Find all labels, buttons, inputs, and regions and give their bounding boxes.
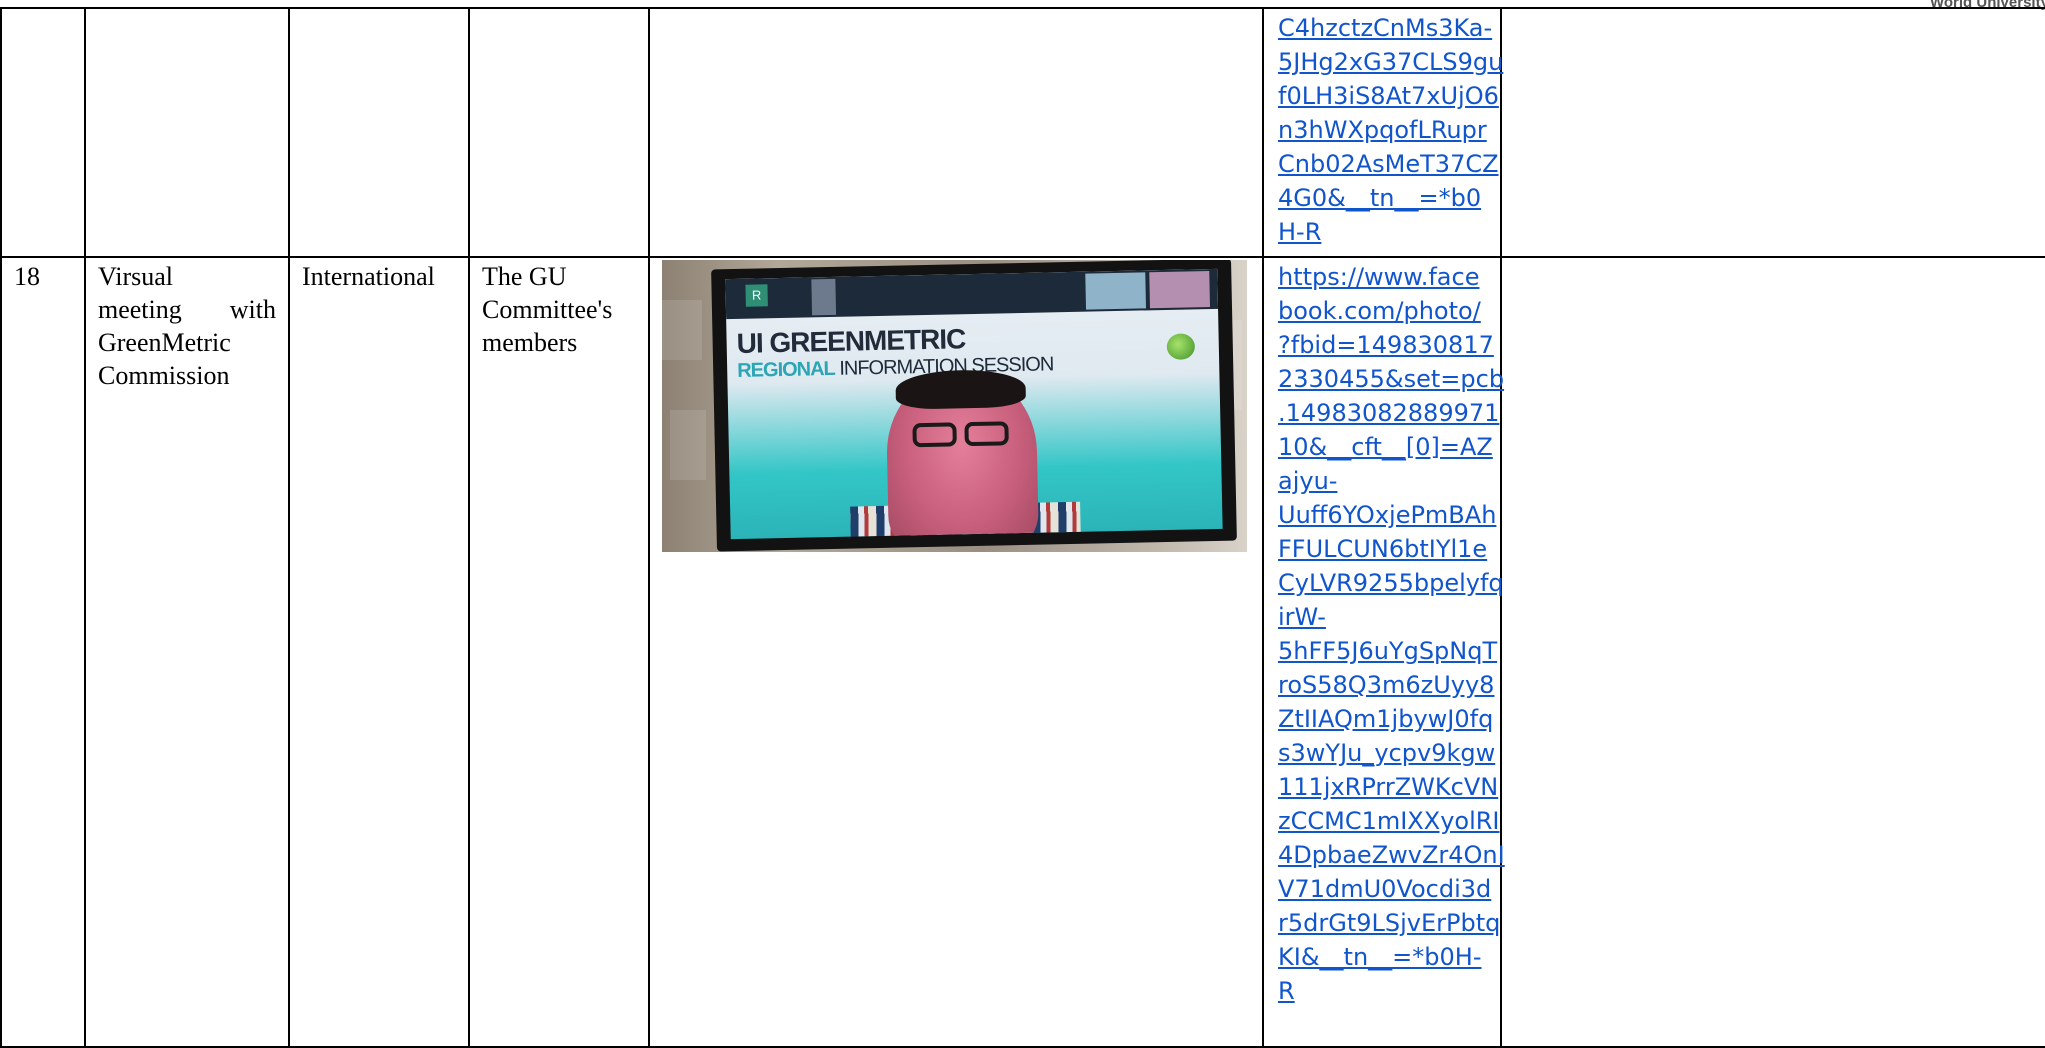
table-row-18: 18 Virsual meeting with GreenMetric Comm… xyxy=(0,256,2045,1048)
cell-activity xyxy=(84,7,290,258)
cell-notes xyxy=(1500,7,2045,258)
cell-photo-empty xyxy=(648,7,1264,258)
facebook-link[interactable]: https://www.face book.com/photo/ ?fbid=1… xyxy=(1278,260,1505,1008)
activities-table: C4hzctzCnMs3Ka- 5JHg2xG37CLS9gu f0LH3iS8… xyxy=(0,7,2045,1048)
cell-participants xyxy=(468,7,650,258)
avatar: R xyxy=(745,284,768,307)
cell-scope xyxy=(288,7,470,258)
table-row-continued: C4hzctzCnMs3Ka- 5JHg2xG37CLS9gu f0LH3iS8… xyxy=(0,7,2045,258)
video-call-screen: R UI GREENMETRIC REGIONAL INFORMATION SE… xyxy=(725,268,1223,540)
cell-no: 18 xyxy=(0,256,86,1048)
cell-notes xyxy=(1500,256,2045,1048)
glasses-icon xyxy=(906,421,1017,449)
cell-no xyxy=(0,7,86,258)
cell-scope: International xyxy=(288,256,470,1048)
meeting-photo: R UI GREENMETRIC REGIONAL INFORMATION SE… xyxy=(662,260,1247,552)
cell-activity: Virsual meeting with GreenMetric Commiss… xyxy=(84,256,290,1048)
cell-participants: The GU Committee's members xyxy=(468,256,650,1048)
greenmetric-logo-icon xyxy=(1166,333,1196,360)
cell-photo: R UI GREENMETRIC REGIONAL INFORMATION SE… xyxy=(648,256,1264,1048)
facebook-link-continued[interactable]: C4hzctzCnMs3Ka- 5JHg2xG37CLS9gu f0LH3iS8… xyxy=(1278,11,1503,249)
cell-link: C4hzctzCnMs3Ka- 5JHg2xG37CLS9gu f0LH3iS8… xyxy=(1262,7,1503,258)
television-frame: R UI GREENMETRIC REGIONAL INFORMATION SE… xyxy=(711,260,1237,552)
cell-link: https://www.face book.com/photo/ ?fbid=1… xyxy=(1262,256,1505,1048)
